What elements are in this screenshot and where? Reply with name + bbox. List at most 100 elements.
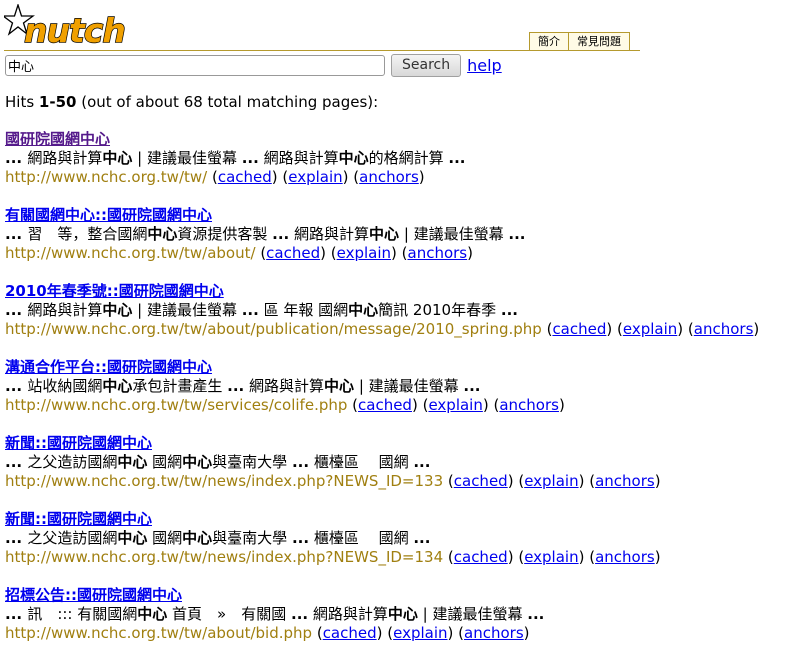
snippet-highlight: 中心 (369, 225, 400, 243)
results-list: 國研院國網中心... 網路與計算中心 | 建議最佳螢幕 ... 網路與計算中心的… (5, 130, 805, 662)
cached-link[interactable]: cached (266, 244, 320, 262)
snippet-highlight: 中心 (102, 149, 133, 167)
snippet-highlight: ... (448, 149, 466, 167)
snippet-text: | 建議最佳螢幕 (354, 377, 464, 395)
snippet-text: 網路與計算 (27, 149, 103, 167)
search-button[interactable]: Search (391, 53, 462, 77)
snippet-highlight: 中心 (338, 149, 369, 167)
result-url-line: http://www.nchc.org.tw/tw/about/publicat… (5, 320, 760, 338)
snippet-text: | 建議最佳螢幕 (132, 149, 242, 167)
explain-link[interactable]: explain (393, 624, 447, 642)
header-tabs: 簡介 常見問題 (529, 32, 630, 51)
result-snippet: ... 網路與計算中心 | 建議最佳螢幕 ... 區 年報 國網中心簡訊 201… (5, 301, 805, 320)
explain-link[interactable]: explain (288, 168, 342, 186)
search-form: Search help (5, 53, 502, 77)
snippet-highlight: ... (500, 301, 518, 319)
result-title-link[interactable]: 有關國網中心::國研院國網中心 (5, 206, 212, 224)
snippet-text: 網路與計算 (289, 225, 370, 243)
snippet-highlight: ... (241, 149, 259, 167)
snippet-highlight: 中心 (137, 605, 168, 623)
result-snippet: ... 之父造訪國網中心 國網中心與臺南大學 ... 櫃檯區 國網 ... (5, 453, 805, 472)
result-title-link[interactable]: 新聞::國研院國網中心 (5, 510, 152, 528)
result-url: http://www.nchc.org.tw/tw/about/publicat… (5, 320, 542, 338)
snippet-text: 的格網計算 (368, 149, 449, 167)
cached-link[interactable]: cached (552, 320, 606, 338)
result-snippet: ... 訊 ::: 有關國網中心 首頁 » 有關國 ... 網路與計算中心 | … (5, 605, 805, 624)
snippet-highlight: 中心 (324, 377, 355, 395)
anchors-link[interactable]: anchors (694, 320, 754, 338)
snippet-text: 訊 ::: 有關國網 (27, 605, 138, 623)
result-url-line: http://www.nchc.org.tw/tw/about/ (cached… (5, 244, 473, 262)
help-link[interactable]: help (467, 56, 502, 75)
hits-prefix: Hits (5, 93, 39, 111)
result-title-link[interactable]: 招標公告::國研院國網中心 (5, 586, 182, 604)
snippet-text: 網路與計算 (258, 149, 339, 167)
result-title-link[interactable]: 國研院國網中心 (5, 130, 110, 148)
snippet-text: 國網 (147, 453, 183, 471)
cached-link[interactable]: cached (454, 548, 508, 566)
tab-about[interactable]: 簡介 (529, 32, 569, 51)
explain-link[interactable]: explain (524, 548, 578, 566)
result-snippet: ... 習 等，整合國網中心資源提供客製 ... 網路與計算中心 | 建議最佳螢… (5, 225, 805, 244)
result-url: http://www.nchc.org.tw/tw/news/index.php… (5, 548, 444, 566)
snippet-highlight: 中心 (182, 529, 213, 547)
explain-link[interactable]: explain (524, 472, 578, 490)
explain-link[interactable]: explain (623, 320, 677, 338)
snippet-text: 習 等，整合國網 (27, 225, 148, 243)
snippet-text: 與臺南大學 (212, 529, 292, 547)
snippet-text: 資源提供客製 (177, 225, 273, 243)
snippet-highlight: ... (227, 377, 245, 395)
result-url-line: http://www.nchc.org.tw/tw/services/colif… (5, 396, 565, 414)
result-url-line: http://www.nchc.org.tw/tw/news/index.php… (5, 548, 661, 566)
snippet-text: | 建議最佳螢幕 (132, 301, 242, 319)
anchors-link[interactable]: anchors (464, 624, 524, 642)
explain-link[interactable]: explain (428, 396, 482, 414)
result-url-line: http://www.nchc.org.tw/tw/ (cached) (exp… (5, 168, 425, 186)
snippet-text: 櫃檯區 國網 (309, 453, 414, 471)
result-title-link[interactable]: 2010年春季號::國研院國網中心 (5, 282, 224, 300)
snippet-text: 首頁 » 有關國 (167, 605, 291, 623)
anchors-link[interactable]: anchors (359, 168, 419, 186)
hits-summary: Hits 1-50 (out of about 68 total matchin… (5, 92, 378, 112)
search-result: 新聞::國研院國網中心... 之父造訪國網中心 國網中心與臺南大學 ... 櫃檯… (5, 434, 805, 510)
explain-link[interactable]: explain (337, 244, 391, 262)
snippet-highlight: ... (413, 453, 431, 471)
snippet-text: 之父造訪國網 (27, 529, 118, 547)
nutch-logo[interactable]: nutch (4, 4, 128, 50)
search-result: 有關國網中心::國研院國網中心... 習 等，整合國網中心資源提供客製 ... … (5, 206, 805, 282)
snippet-highlight: 中心 (147, 225, 178, 243)
snippet-text: 國網 (147, 529, 183, 547)
snippet-highlight: 中心 (182, 453, 213, 471)
result-title-link[interactable]: 新聞::國研院國網中心 (5, 434, 152, 452)
cached-link[interactable]: cached (358, 396, 412, 414)
snippet-highlight: ... (413, 529, 431, 547)
search-result: 溝通合作平台::國研院國網中心... 站收納國網中心承包計畫產生 ... 網路與… (5, 358, 805, 434)
page-header: nutch 簡介 常見問題 (0, 0, 808, 52)
search-result: 國研院國網中心... 網路與計算中心 | 建議最佳螢幕 ... 網路與計算中心的… (5, 130, 805, 206)
snippet-highlight: ... (508, 225, 526, 243)
anchors-link[interactable]: anchors (595, 548, 655, 566)
snippet-text: | 建議最佳螢幕 (417, 605, 528, 623)
tab-faq[interactable]: 常見問題 (568, 32, 630, 51)
anchors-link[interactable]: anchors (595, 472, 655, 490)
result-url: http://www.nchc.org.tw/tw/services/colif… (5, 396, 348, 414)
search-result: 招標公告::國研院國網中心... 訊 ::: 有關國網中心 首頁 » 有關國 .… (5, 586, 805, 662)
anchors-link[interactable]: anchors (408, 244, 468, 262)
cached-link[interactable]: cached (323, 624, 377, 642)
result-snippet: ... 之父造訪國網中心 國網中心與臺南大學 ... 櫃檯區 國網 ... (5, 529, 805, 548)
snippet-highlight: ... (272, 225, 290, 243)
result-snippet: ... 站收納國網中心承包計畫產生 ... 網路與計算中心 | 建議最佳螢幕 .… (5, 377, 805, 396)
snippet-highlight: 中心 (348, 301, 379, 319)
search-input[interactable] (5, 54, 385, 76)
snippet-highlight: 中心 (102, 301, 133, 319)
search-result: 2010年春季號::國研院國網中心... 網路與計算中心 | 建議最佳螢幕 ..… (5, 282, 805, 358)
cached-link[interactable]: cached (454, 472, 508, 490)
snippet-text: 網路與計算 (308, 605, 388, 623)
snippet-highlight: ... (5, 453, 28, 471)
snippet-text: 櫃檯區 國網 (309, 529, 414, 547)
snippet-highlight: ... (5, 529, 28, 547)
result-snippet: ... 網路與計算中心 | 建議最佳螢幕 ... 網路與計算中心的格網計算 ..… (5, 149, 805, 168)
cached-link[interactable]: cached (218, 168, 272, 186)
result-title-link[interactable]: 溝通合作平台::國研院國網中心 (5, 358, 212, 376)
anchors-link[interactable]: anchors (499, 396, 559, 414)
